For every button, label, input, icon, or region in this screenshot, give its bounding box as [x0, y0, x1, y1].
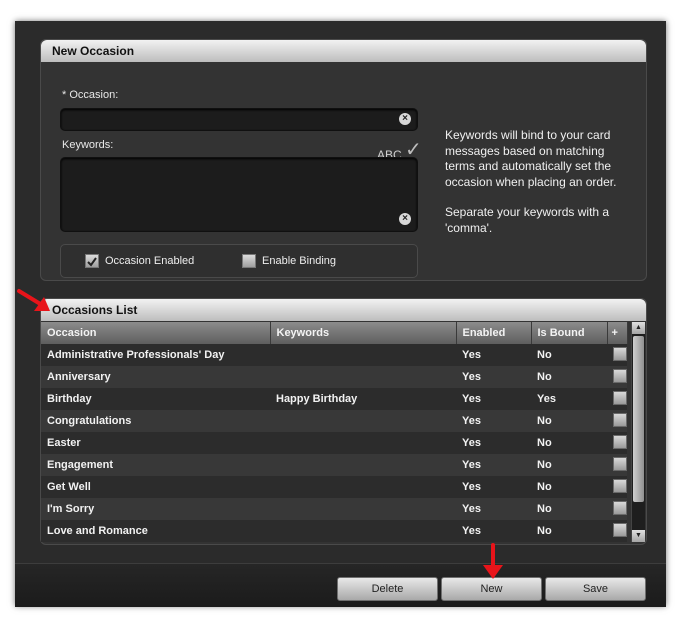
cell-keywords [270, 498, 456, 520]
cell-enabled: Yes [456, 520, 531, 542]
cell-is-bound: No [531, 410, 607, 432]
description-paragraph: Separate your keywords with a 'comma'. [445, 205, 610, 235]
row-select-checkbox[interactable] [613, 500, 627, 515]
row-select-cell [607, 454, 627, 476]
occasions-table: Occasion Keywords Enabled Is Bound + Adm… [41, 322, 628, 542]
cell-occasion: Love and Romance [41, 520, 270, 542]
delete-button[interactable]: Delete [337, 577, 438, 601]
cell-occasion: I'm Sorry [41, 498, 270, 520]
row-select-checkbox[interactable] [613, 412, 627, 427]
row-select-checkbox[interactable] [613, 390, 627, 405]
options-box: Occasion Enabled Enable Binding [60, 244, 418, 278]
cell-occasion: Get Well [41, 476, 270, 498]
row-select-checkbox[interactable] [613, 434, 627, 449]
cell-enabled: Yes [456, 432, 531, 454]
row-select-checkbox[interactable] [613, 346, 627, 361]
occasion-enabled-checkbox[interactable] [85, 254, 99, 268]
column-header-occasion[interactable]: Occasion [41, 322, 271, 344]
occasion-label: * Occasion: [62, 89, 119, 101]
table-row[interactable]: Anniversary Yes No [41, 366, 627, 388]
scroll-up-icon[interactable]: ▲ [632, 322, 645, 334]
table-row[interactable]: I'm Sorry Yes No [41, 498, 627, 520]
occasion-input[interactable]: × [60, 108, 418, 131]
cell-enabled: Yes [456, 344, 531, 366]
table-row[interactable]: Love and Romance Yes No [41, 520, 627, 542]
enable-binding-label: Enable Binding [262, 255, 337, 267]
scroll-thumb[interactable] [633, 336, 644, 502]
cell-is-bound: Yes [531, 388, 607, 410]
cell-enabled: Yes [456, 366, 531, 388]
row-select-cell [607, 344, 627, 366]
table-header-row: Occasion Keywords Enabled Is Bound + [41, 322, 628, 344]
annotation-arrow-icon [483, 543, 503, 579]
column-header-is-bound[interactable]: Is Bound [531, 322, 608, 344]
cell-is-bound: No [531, 498, 607, 520]
cell-enabled: Yes [456, 454, 531, 476]
cell-keywords [270, 520, 456, 542]
keywords-textarea[interactable]: × [60, 157, 418, 232]
save-button[interactable]: Save [545, 577, 646, 601]
row-select-checkbox[interactable] [613, 368, 627, 383]
cell-is-bound: No [531, 344, 607, 366]
cell-enabled: Yes [456, 476, 531, 498]
cell-keywords [270, 410, 456, 432]
table-row[interactable]: Birthday Happy Birthday Yes Yes [41, 388, 627, 410]
cell-keywords [270, 476, 456, 498]
cell-enabled: Yes [456, 388, 531, 410]
clear-icon[interactable]: × [399, 213, 411, 225]
table-row[interactable]: Administrative Professionals' Day Yes No [41, 344, 627, 366]
row-select-cell [607, 498, 627, 520]
add-column-button[interactable]: + [607, 322, 628, 344]
cell-occasion: Congratulations [41, 410, 270, 432]
cell-occasion: Easter [41, 432, 270, 454]
cell-occasion: Administrative Professionals' Day [41, 344, 270, 366]
row-select-checkbox[interactable] [613, 522, 627, 537]
keywords-description: Keywords will bind to your card messages… [445, 128, 635, 251]
column-header-keywords[interactable]: Keywords [270, 322, 457, 344]
cell-keywords [270, 366, 456, 388]
clear-icon[interactable]: × [399, 113, 411, 125]
description-paragraph: Keywords will bind to your card messages… [445, 128, 617, 189]
annotation-arrow-icon [17, 289, 50, 311]
row-select-cell [607, 410, 627, 432]
cell-keywords [270, 432, 456, 454]
row-select-cell [607, 388, 627, 410]
cell-occasion: Birthday [41, 388, 270, 410]
cell-is-bound: No [531, 432, 607, 454]
cell-is-bound: No [531, 454, 607, 476]
row-select-cell [607, 432, 627, 454]
cell-occasion: Anniversary [41, 366, 270, 388]
cell-keywords: Happy Birthday [270, 388, 456, 410]
table-scrollbar[interactable]: ▲ ▼ [631, 322, 645, 542]
enable-binding-checkbox[interactable] [242, 254, 256, 268]
keywords-label: Keywords: [62, 139, 114, 151]
table-row[interactable]: Easter Yes No [41, 432, 627, 454]
cell-keywords [270, 344, 456, 366]
column-header-enabled[interactable]: Enabled [456, 322, 532, 344]
cell-enabled: Yes [456, 410, 531, 432]
occasion-enabled-label: Occasion Enabled [105, 255, 195, 267]
occasions-list-title: Occasions List [41, 299, 646, 321]
new-occasion-title: New Occasion [41, 40, 646, 62]
cell-is-bound: No [531, 366, 607, 388]
scroll-down-icon[interactable]: ▼ [632, 530, 645, 542]
row-select-checkbox[interactable] [613, 456, 627, 471]
row-select-cell [607, 520, 627, 542]
cell-enabled: Yes [456, 498, 531, 520]
cell-is-bound: No [531, 476, 607, 498]
table-row[interactable]: Congratulations Yes No [41, 410, 627, 432]
table-row[interactable]: Get Well Yes No [41, 476, 627, 498]
row-select-cell [607, 366, 627, 388]
row-select-cell [607, 476, 627, 498]
cell-keywords [270, 454, 456, 476]
row-select-checkbox[interactable] [613, 478, 627, 493]
table-row[interactable]: Engagement Yes No [41, 454, 627, 476]
cell-occasion: Engagement [41, 454, 270, 476]
cell-is-bound: No [531, 520, 607, 542]
check-icon [87, 257, 97, 267]
